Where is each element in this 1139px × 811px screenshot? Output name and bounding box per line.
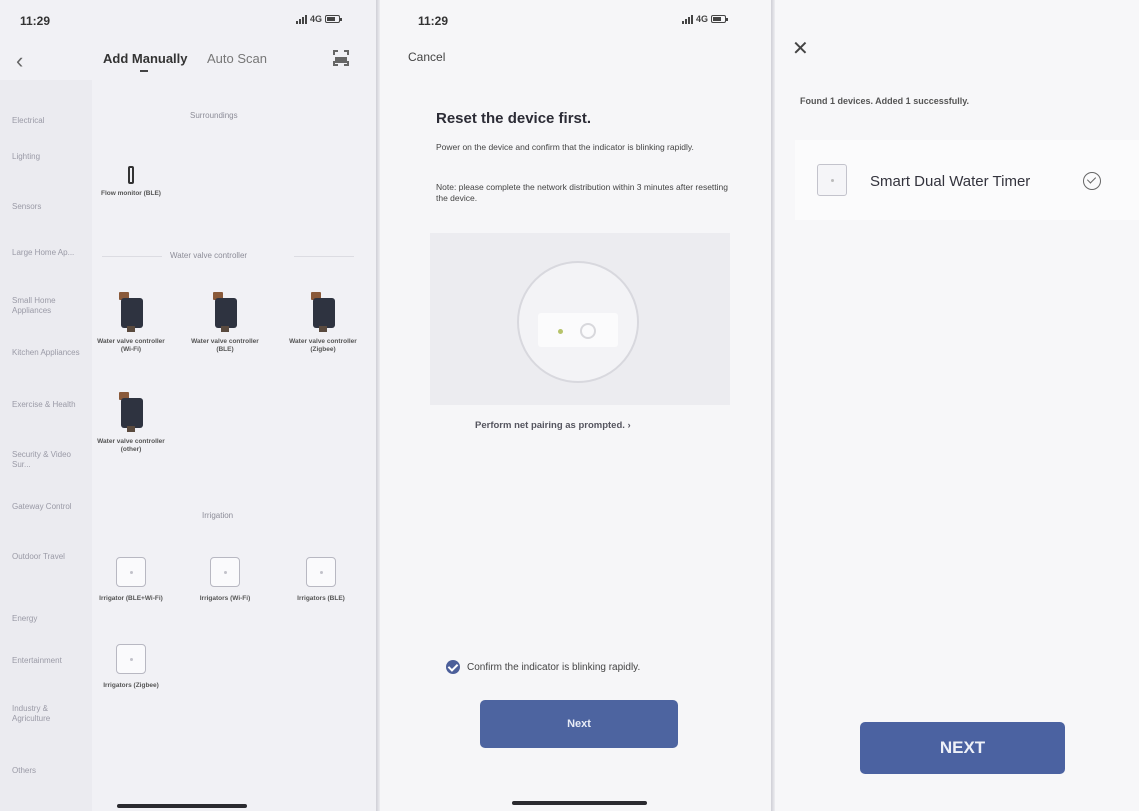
- device-label: Flow monitor (BLE): [101, 190, 161, 197]
- finger-press-icon: [580, 323, 596, 339]
- flow-monitor-icon: [128, 166, 134, 184]
- device-added-screen: ✕ Found 1 devices. Added 1 successfully.…: [775, 0, 1139, 811]
- scan-icon[interactable]: [333, 50, 349, 66]
- device-label: Water valve controller (BLE): [191, 338, 259, 353]
- section-title-valve: Water valve controller: [170, 251, 248, 260]
- page-title: Reset the device first.: [436, 110, 592, 127]
- sidebar-item-lighting[interactable]: Lighting: [12, 152, 82, 162]
- confirm-label: Confirm the indicator is blinking rapidl…: [467, 661, 641, 673]
- sidebar-item-entertainment[interactable]: Entertainment: [12, 656, 82, 666]
- device-label: Water valve controller (Wi-Fi): [97, 338, 165, 353]
- device-tile-valve-zigbee[interactable]: Water valve controller (Zigbee): [284, 292, 362, 354]
- water-valve-icon: [309, 292, 337, 334]
- close-icon[interactable]: ✕: [792, 36, 809, 61]
- device-tile-flow-monitor[interactable]: Flow monitor (BLE): [92, 166, 170, 198]
- water-valve-icon: [117, 292, 145, 334]
- water-valve-icon: [117, 392, 145, 434]
- device-card[interactable]: Smart Dual Water Timer: [795, 140, 1139, 220]
- tab-add-manually[interactable]: Add Manually: [103, 51, 188, 66]
- battery-icon: [711, 15, 729, 23]
- sidebar-item-others[interactable]: Others: [12, 766, 82, 776]
- sidebar-item-large-home[interactable]: Large Home Ap...: [12, 248, 82, 258]
- sidebar-item-electrical[interactable]: Electrical: [12, 116, 82, 126]
- device-tile-valve-ble[interactable]: Water valve controller (BLE): [186, 292, 264, 354]
- sidebar-item-gateway[interactable]: Gateway Control: [12, 502, 82, 512]
- section-divider: [294, 256, 354, 257]
- irrigator-icon: [116, 557, 146, 587]
- next-button[interactable]: NEXT: [860, 722, 1065, 774]
- device-label: Water valve controller (other): [97, 438, 165, 453]
- note-text: Note: please complete the network distri…: [436, 182, 728, 203]
- status-time: 11:29: [20, 14, 51, 28]
- device-tile-irrigator-ble[interactable]: Irrigators (BLE): [282, 557, 360, 603]
- water-valve-icon: [211, 292, 239, 334]
- status-indicators: 4G: [682, 14, 729, 24]
- reset-device-screen: 11:29 4G Cancel Reset the device first. …: [380, 0, 775, 811]
- device-label: Irrigators (Zigbee): [103, 682, 159, 689]
- status-time: 11:29: [418, 14, 449, 28]
- device-name: Smart Dual Water Timer: [870, 173, 1031, 190]
- check-circle-icon: [1083, 172, 1101, 190]
- signal-icon: [682, 14, 693, 24]
- home-indicator: [117, 804, 247, 808]
- device-tile-irrigator-ble-wifi[interactable]: Irrigator (BLE+Wi-Fi): [92, 557, 170, 603]
- device-tile-irrigator-zigbee[interactable]: Irrigators (Zigbee): [92, 644, 170, 690]
- back-icon[interactable]: ‹: [16, 48, 23, 74]
- irrigator-icon: [306, 557, 336, 587]
- device-tile-valve-wifi[interactable]: Water valve controller (Wi-Fi): [92, 292, 170, 354]
- status-indicators: 4G: [296, 14, 343, 24]
- device-tile-valve-other[interactable]: Water valve controller (other): [92, 392, 170, 454]
- add-device-screen: 11:29 4G ‹ Add Manually Auto Scan Electr…: [0, 0, 380, 811]
- net-pairing-link[interactable]: Perform net pairing as prompted. ›: [475, 420, 631, 431]
- sidebar-item-sensors[interactable]: Sensors: [12, 202, 82, 212]
- device-tile-irrigator-wifi[interactable]: Irrigators (Wi-Fi): [186, 557, 264, 603]
- battery-icon: [325, 15, 343, 23]
- instruction-text: Power on the device and confirm that the…: [436, 142, 694, 152]
- sidebar-item-outdoor[interactable]: Outdoor Travel: [12, 552, 82, 562]
- sidebar-item-industry[interactable]: Industry & Agriculture: [12, 704, 82, 724]
- water-timer-icon: [817, 164, 847, 196]
- sidebar-item-security[interactable]: Security & Video Sur...: [12, 450, 82, 470]
- confirm-checkbox[interactable]: Confirm the indicator is blinking rapidl…: [446, 660, 640, 674]
- tab-indicator: [140, 70, 148, 72]
- reset-illustration: [430, 233, 730, 405]
- home-indicator: [512, 801, 647, 805]
- device-label: Water valve controller (Zigbee): [289, 338, 357, 353]
- network-label: 4G: [310, 14, 323, 24]
- irrigator-icon: [210, 557, 240, 587]
- sidebar-item-energy[interactable]: Energy: [12, 614, 82, 624]
- result-text: Found 1 devices. Added 1 successfully.: [800, 96, 970, 106]
- next-button[interactable]: Next: [480, 700, 678, 748]
- device-label: Irrigators (Wi-Fi): [199, 595, 251, 602]
- section-divider: [102, 256, 162, 257]
- network-label: 4G: [696, 14, 709, 24]
- section-title-irrigation: Irrigation: [202, 511, 234, 520]
- tab-auto-scan[interactable]: Auto Scan: [207, 51, 267, 66]
- device-label: Irrigator (BLE+Wi-Fi): [99, 595, 163, 602]
- sidebar-item-small-home[interactable]: Small Home Appliances: [12, 296, 82, 316]
- sidebar-item-exercise[interactable]: Exercise & Health: [12, 400, 82, 410]
- signal-icon: [296, 14, 307, 24]
- sidebar-item-kitchen[interactable]: Kitchen Appliances: [12, 348, 82, 358]
- checkmark-icon: [446, 660, 460, 674]
- section-title-surroundings: Surroundings: [190, 111, 238, 120]
- device-label: Irrigators (BLE): [297, 595, 345, 602]
- cancel-button[interactable]: Cancel: [408, 50, 445, 64]
- indicator-led-icon: [558, 329, 563, 334]
- irrigator-icon: [116, 644, 146, 674]
- category-sidebar: Electrical Lighting Sensors Large Home A…: [0, 80, 92, 811]
